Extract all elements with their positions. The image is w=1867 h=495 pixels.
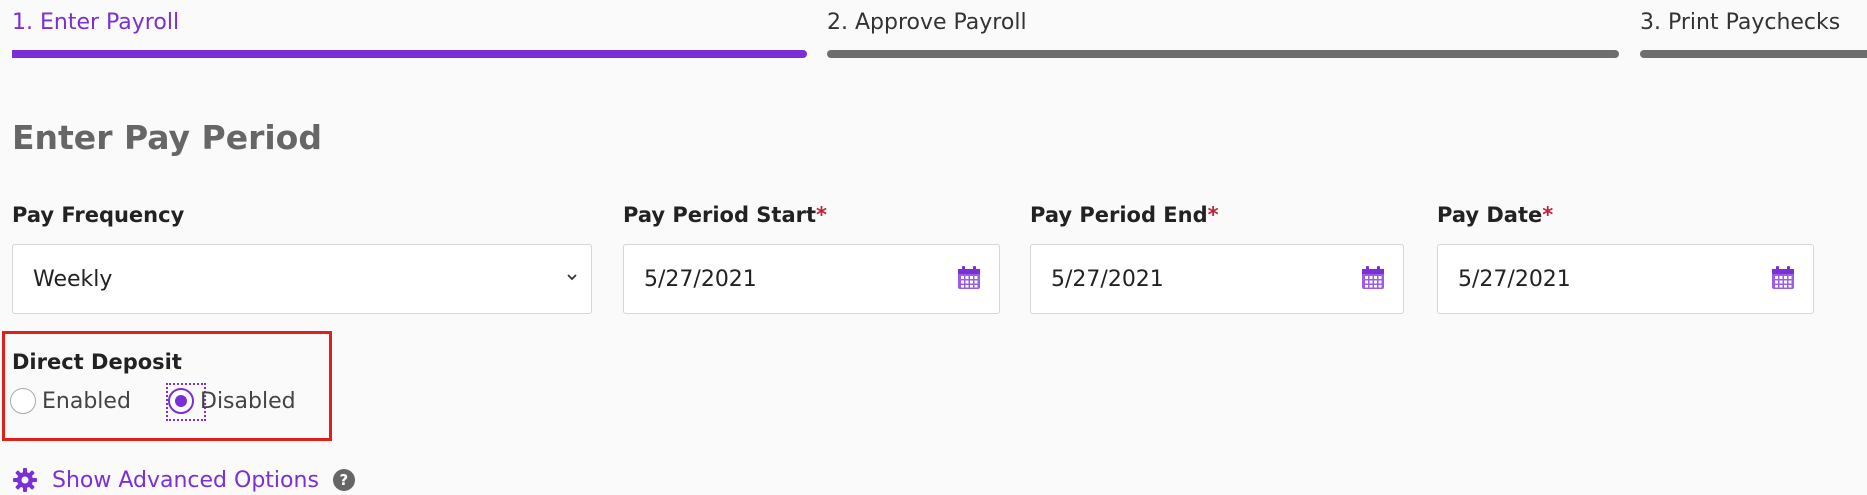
step-print-paychecks[interactable]: 3. Print Paychecks <box>1640 0 1867 70</box>
step-progress-bar <box>1640 50 1867 58</box>
pay-period-end-value: 5/27/2021 <box>1051 267 1164 292</box>
radio-circle[interactable] <box>10 388 36 414</box>
pay-date-field: Pay Date* 5/27/2021 <box>1437 203 1814 314</box>
required-mark: * <box>1207 203 1219 227</box>
gear-icon <box>13 468 37 492</box>
step-label: 3. Print Paychecks <box>1640 10 1841 35</box>
step-progress-bar <box>827 50 1619 58</box>
chevron-down-icon <box>567 274 577 281</box>
calendar-icon[interactable] <box>1359 264 1387 292</box>
pay-period-end-input[interactable]: 5/27/2021 <box>1030 244 1404 314</box>
calendar-icon[interactable] <box>1769 264 1797 292</box>
direct-deposit-enabled-radio[interactable]: Enabled <box>10 384 131 418</box>
step-label: 2. Approve Payroll <box>827 10 1027 35</box>
question-icon[interactable]: ? <box>332 469 355 491</box>
direct-deposit-label: Direct Deposit <box>12 350 182 374</box>
calendar-icon[interactable] <box>955 264 983 292</box>
pay-date-label: Pay Date* <box>1437 203 1554 227</box>
step-approve-payroll[interactable]: 2. Approve Payroll <box>827 0 1619 70</box>
required-mark: * <box>1542 203 1554 227</box>
direct-deposit-disabled-radio[interactable]: Disabled <box>168 384 296 418</box>
pay-period-start-field: Pay Period Start* 5/27/2021 <box>623 203 1000 314</box>
radio-label: Disabled <box>200 388 296 414</box>
radio-label: Enabled <box>42 388 131 414</box>
show-advanced-options-label[interactable]: Show Advanced Options <box>52 468 319 493</box>
step-progress-bar <box>12 50 807 58</box>
pay-frequency-label: Pay Frequency <box>12 203 185 227</box>
pay-date-value: 5/27/2021 <box>1458 267 1571 292</box>
radio-circle[interactable] <box>168 388 194 414</box>
pay-frequency-value: Weekly <box>33 267 113 292</box>
step-enter-payroll[interactable]: 1. Enter Payroll <box>12 0 807 70</box>
pay-date-input[interactable]: 5/27/2021 <box>1437 244 1814 314</box>
pay-frequency-select[interactable]: Weekly <box>12 244 592 314</box>
pay-frequency-field: Pay Frequency Weekly <box>12 203 592 314</box>
pay-period-start-label: Pay Period Start* <box>623 203 828 227</box>
page-title: Enter Pay Period <box>12 118 322 157</box>
pay-period-start-value: 5/27/2021 <box>644 267 757 292</box>
pay-period-end-field: Pay Period End* 5/27/2021 <box>1030 203 1404 314</box>
step-label: 1. Enter Payroll <box>12 10 180 35</box>
pay-period-start-input[interactable]: 5/27/2021 <box>623 244 1000 314</box>
pay-period-end-label: Pay Period End* <box>1030 203 1219 227</box>
required-mark: * <box>816 203 828 227</box>
